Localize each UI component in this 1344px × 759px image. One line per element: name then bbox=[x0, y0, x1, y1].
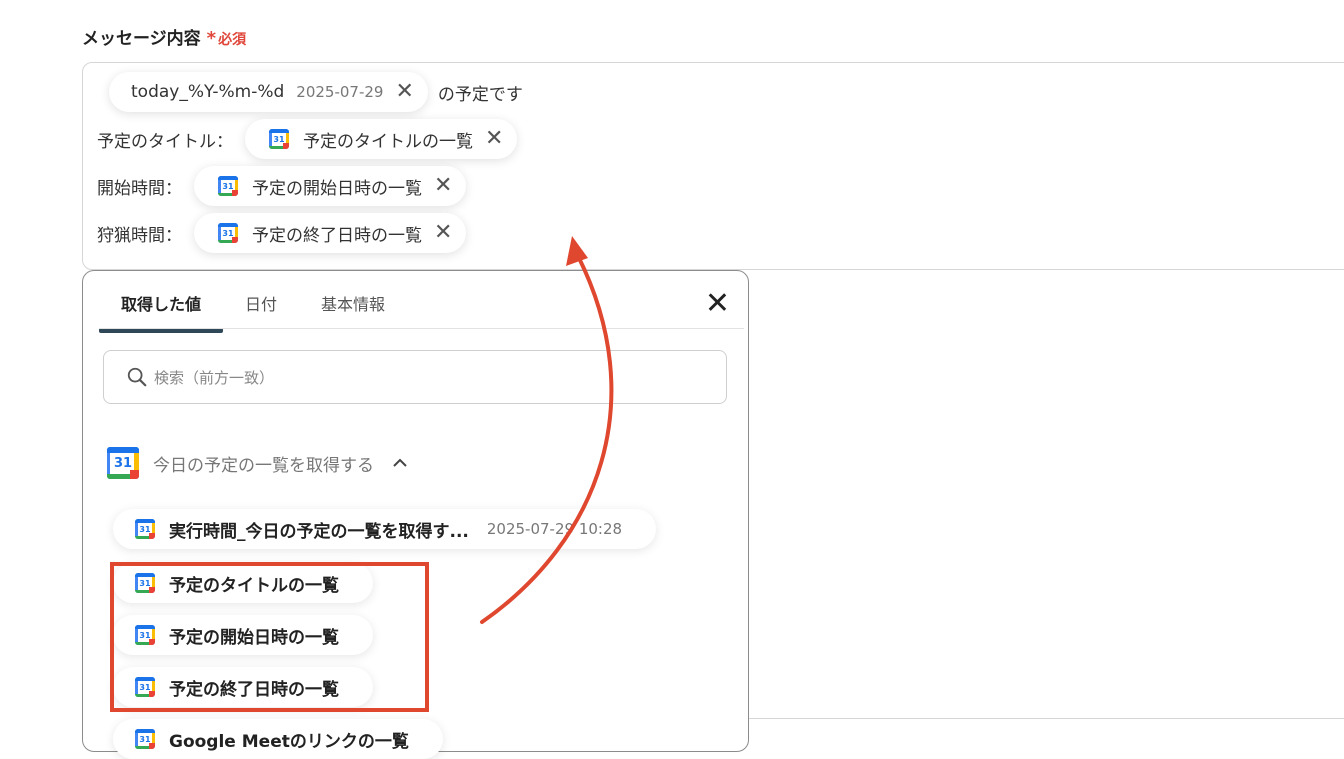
calendar-icon: 31 bbox=[269, 129, 289, 149]
search-icon bbox=[127, 367, 147, 387]
variable-pill-end[interactable]: 31 予定の終了日時の一覧 ✕ bbox=[194, 213, 467, 253]
editor-line-1: today_%Y-%m-%d 2025-07-29 ✕ の予定です bbox=[109, 72, 523, 112]
pill-label: 予定のタイトルの一覧 bbox=[303, 131, 473, 152]
item-label: Google Meetのリンクの一覧 bbox=[169, 731, 409, 752]
tab-bar: 取得した値 日付 基本情報 bbox=[99, 285, 407, 333]
variable-pill-title[interactable]: 31 予定のタイトルの一覧 ✕ bbox=[245, 119, 518, 159]
calendar-icon: 31 bbox=[107, 447, 139, 479]
tab-divider bbox=[99, 328, 744, 329]
calendar-icon: 31 bbox=[218, 176, 238, 196]
close-icon[interactable]: ✕ bbox=[434, 175, 452, 197]
editor-text: 予定のタイトル： bbox=[97, 131, 233, 152]
group-title: 今日の予定の一覧を取得する bbox=[153, 455, 374, 476]
tab-basic-info[interactable]: 基本情報 bbox=[299, 285, 407, 333]
tab-date[interactable]: 日付 bbox=[223, 285, 299, 333]
required-text: 必須 bbox=[218, 32, 247, 48]
field-label: メッセージ内容 * 必須 bbox=[82, 24, 246, 49]
editor-line-2: 予定のタイトル： 31 予定のタイトルの一覧 ✕ bbox=[97, 119, 518, 159]
search-input[interactable]: 検索（前方一致） bbox=[103, 350, 727, 404]
calendar-icon: 31 bbox=[218, 223, 238, 243]
search-placeholder: 検索（前方一致） bbox=[154, 368, 275, 387]
highlight-annotation bbox=[110, 562, 429, 712]
editor-text: 狩猟時間： bbox=[97, 225, 182, 246]
pill-value: 2025-07-29 bbox=[296, 83, 384, 101]
close-icon[interactable]: ✕ bbox=[485, 128, 503, 150]
field-label-text: メッセージ内容 bbox=[82, 29, 201, 49]
calendar-icon: 31 bbox=[135, 519, 155, 539]
variable-pill-today[interactable]: today_%Y-%m-%d 2025-07-29 ✕ bbox=[109, 72, 428, 112]
group-header[interactable]: 31 今日の予定の一覧を取得する bbox=[107, 447, 408, 479]
editor-text: の予定です bbox=[437, 84, 523, 105]
editor-text: 開始時間： bbox=[97, 178, 182, 199]
item-label: 実行時間_今日の予定の一覧を取得す... bbox=[169, 521, 469, 542]
pill-label: today_%Y-%m-%d bbox=[131, 82, 285, 102]
chevron-up-icon[interactable] bbox=[392, 457, 408, 469]
calendar-icon: 31 bbox=[135, 729, 155, 749]
item-timestamp: 2025-07-29 10:28 bbox=[486, 520, 623, 538]
close-icon[interactable]: ✕ bbox=[395, 81, 413, 103]
required-star: * bbox=[206, 28, 217, 49]
tab-acquired-values[interactable]: 取得した値 bbox=[99, 285, 224, 333]
close-icon[interactable]: ✕ bbox=[434, 222, 452, 244]
list-item[interactable]: 31 実行時間_今日の予定の一覧を取得す... 2025-07-29 10:28 bbox=[113, 509, 657, 549]
pill-label: 予定の終了日時の一覧 bbox=[252, 225, 422, 246]
list-item[interactable]: 31 Google Meetのリンクの一覧 bbox=[113, 719, 443, 759]
close-icon[interactable]: ✕ bbox=[705, 289, 730, 319]
pill-label: 予定の開始日時の一覧 bbox=[252, 178, 422, 199]
editor-line-3: 開始時間： 31 予定の開始日時の一覧 ✕ bbox=[97, 166, 467, 206]
divider bbox=[748, 718, 1344, 719]
variable-pill-start[interactable]: 31 予定の開始日時の一覧 ✕ bbox=[194, 166, 467, 206]
editor-line-4: 狩猟時間： 31 予定の終了日時の一覧 ✕ bbox=[97, 213, 467, 253]
message-editor[interactable]: today_%Y-%m-%d 2025-07-29 ✕ の予定です 予定のタイト… bbox=[82, 62, 1344, 270]
